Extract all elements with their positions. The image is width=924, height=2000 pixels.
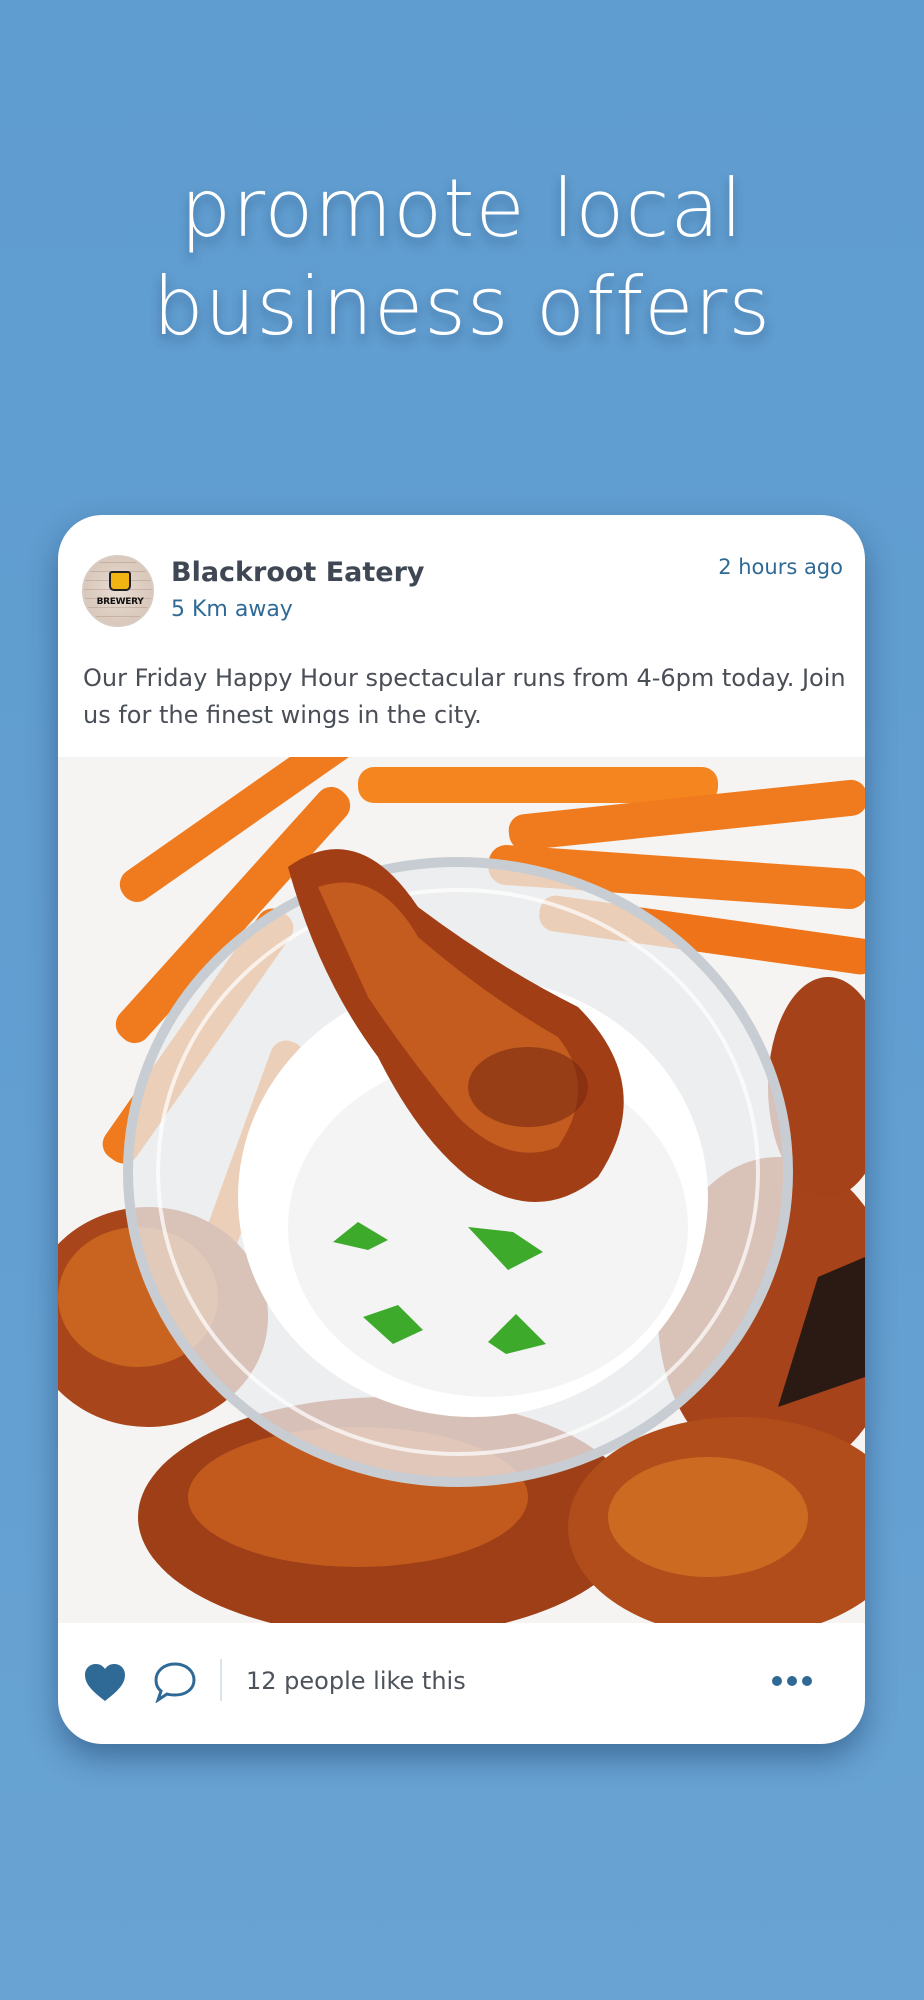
post-photo[interactable]: [58, 757, 865, 1623]
action-bar: 12 people like this: [58, 1623, 865, 1744]
avatar-logo-text: BREWERY: [96, 597, 144, 607]
beer-mug-icon: [109, 571, 131, 591]
headline: promote local business offers: [0, 160, 924, 356]
food-photo-icon: [58, 757, 865, 1623]
post-text: Our Friday Happy Hour spectacular runs f…: [83, 664, 846, 729]
likes-count[interactable]: 12 people like this: [246, 1667, 466, 1695]
headline-line-2: business offers: [152, 260, 772, 353]
avatar[interactable]: BREWERY: [82, 555, 154, 627]
heart-icon[interactable]: [84, 1663, 126, 1703]
timestamp: 2 hours ago: [718, 555, 843, 579]
more-dots-icon[interactable]: [771, 1675, 813, 1687]
headline-line-1: promote local: [180, 162, 744, 255]
action-divider: [220, 1659, 222, 1701]
post-card: BREWERY Blackroot Eatery 5 Km away 2 hou…: [58, 515, 865, 1744]
business-name[interactable]: Blackroot Eatery: [171, 557, 425, 588]
distance-label: 5 Km away: [171, 597, 293, 622]
comment-icon[interactable]: [153, 1661, 197, 1703]
avatar-brick-pattern: [84, 557, 152, 625]
